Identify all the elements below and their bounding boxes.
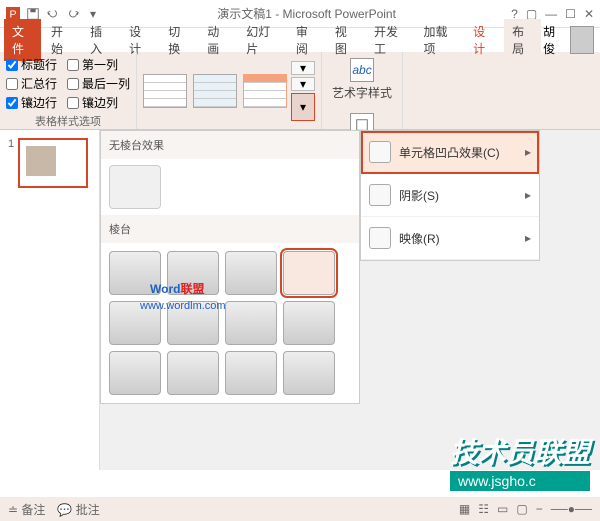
bevel-12[interactable] <box>283 351 335 395</box>
wordart-styles-button[interactable]: abc 艺术字样式 <box>332 58 392 101</box>
status-bar: ≐ 备注 💬 批注 ▦ ☷ ▭ ▢ − ──●── <box>0 497 600 521</box>
slide-panel: 1 <box>0 130 100 470</box>
tab-addins[interactable]: 加载项 <box>416 19 464 61</box>
table-style-1[interactable] <box>143 74 187 108</box>
reflection-icon <box>369 227 391 249</box>
slide-image <box>26 146 56 176</box>
zoom-slider[interactable]: ──●── <box>551 502 592 516</box>
bevel-9[interactable] <box>109 351 161 395</box>
bevel-8[interactable] <box>283 301 335 345</box>
bevel-10[interactable] <box>167 351 219 395</box>
view-sorter-icon[interactable]: ☷ <box>478 502 489 516</box>
bevel-2[interactable] <box>167 251 219 295</box>
user-avatar[interactable] <box>570 26 594 54</box>
chk-banded-col[interactable]: 镶边列 <box>67 94 130 111</box>
bevel-none[interactable] <box>109 165 161 209</box>
table-style-3[interactable] <box>243 74 287 108</box>
zoom-out-icon[interactable]: − <box>536 502 543 516</box>
group-table-style-options: 标题行 第一列 汇总行 最后一列 镶边行 镶边列 表格样式选项 <box>0 52 137 129</box>
tab-layout[interactable]: 布局 <box>504 19 541 61</box>
effects-dropdown[interactable]: ▾ <box>291 93 315 121</box>
bevel-3[interactable] <box>225 251 277 295</box>
view-reading-icon[interactable]: ▭ <box>497 502 508 516</box>
view-slideshow-icon[interactable]: ▢ <box>516 502 527 516</box>
user-name[interactable]: 胡俊 <box>543 23 564 57</box>
chk-first-col[interactable]: 第一列 <box>67 56 130 73</box>
group-table-styles: ▾ ▾ ▾ <box>137 52 322 129</box>
bevel-header: 棱台 <box>101 215 359 243</box>
shading-dropdown[interactable]: ▾ <box>291 61 315 75</box>
menu-shadow[interactable]: 阴影(S) ▸ <box>361 174 539 217</box>
slide-canvas[interactable]: 无棱台效果 棱台 单元格凹凸效果(C) <box>100 130 600 470</box>
group-wordart: abc 艺术字样式 绘图边框 <box>322 52 403 129</box>
group-label-tso: 表格样式选项 <box>6 113 130 129</box>
chk-total-row[interactable]: 汇总行 <box>6 75 57 92</box>
close-icon[interactable]: ✕ <box>584 7 594 21</box>
content-area: 1 无棱台效果 棱台 <box>0 130 600 470</box>
cell-bevel-icon <box>369 141 391 163</box>
bevel-6[interactable] <box>167 301 219 345</box>
bevel-5[interactable] <box>109 301 161 345</box>
shadow-icon <box>369 184 391 206</box>
chevron-right-icon: ▸ <box>525 188 531 202</box>
status-notes[interactable]: ≐ 备注 <box>8 501 45 518</box>
chk-header-row[interactable]: 标题行 <box>6 56 57 73</box>
view-normal-icon[interactable]: ▦ <box>459 502 470 516</box>
effects-submenu: 单元格凹凸效果(C) ▸ 阴影(S) ▸ 映像(R) ▸ <box>360 130 540 261</box>
bevel-effects-panel: 无棱台效果 棱台 <box>100 130 360 404</box>
chk-last-col[interactable]: 最后一列 <box>67 75 130 92</box>
ribbon-tabs: 文件 开始 插入 设计 切换 动画 幻灯片 审阅 视图 开发工 加载项 设计 布… <box>0 28 600 52</box>
menu-cell-bevel[interactable]: 单元格凹凸效果(C) ▸ <box>361 131 539 174</box>
table-style-2[interactable] <box>193 74 237 108</box>
ribbon: 标题行 第一列 汇总行 最后一列 镶边行 镶边列 表格样式选项 ▾ ▾ ▾ ab… <box>0 52 600 130</box>
chevron-right-icon: ▸ <box>525 145 531 159</box>
bevel-7[interactable] <box>225 301 277 345</box>
borders-dropdown[interactable]: ▾ <box>291 77 315 91</box>
status-comments[interactable]: 💬 批注 <box>57 501 99 518</box>
menu-reflection[interactable]: 映像(R) ▸ <box>361 217 539 260</box>
bevel-11[interactable] <box>225 351 277 395</box>
bevel-4[interactable] <box>283 251 335 295</box>
chevron-right-icon: ▸ <box>525 231 531 245</box>
minimize-icon[interactable]: — <box>545 7 557 21</box>
slide-thumb-1[interactable]: 1 <box>8 138 91 188</box>
tab-table-design[interactable]: 设计 <box>465 19 502 61</box>
bevel-1[interactable] <box>109 251 161 295</box>
no-bevel-header: 无棱台效果 <box>101 131 359 159</box>
maximize-icon[interactable]: ☐ <box>565 7 576 21</box>
chk-banded-row[interactable]: 镶边行 <box>6 94 57 111</box>
